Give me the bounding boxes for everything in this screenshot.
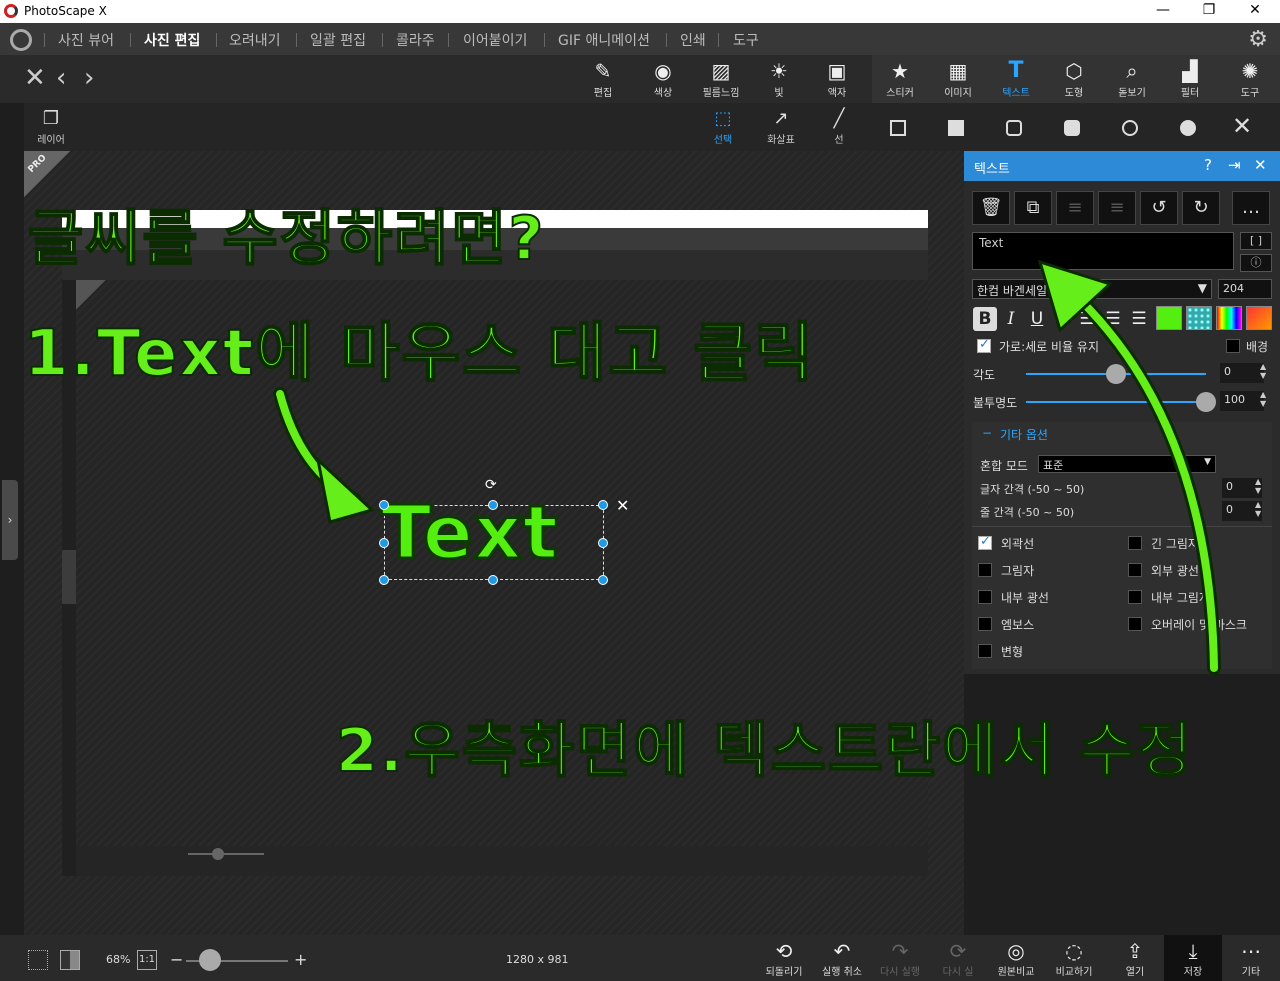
arrow-head [315, 455, 375, 524]
annotation-arrows [273, 259, 1221, 675]
